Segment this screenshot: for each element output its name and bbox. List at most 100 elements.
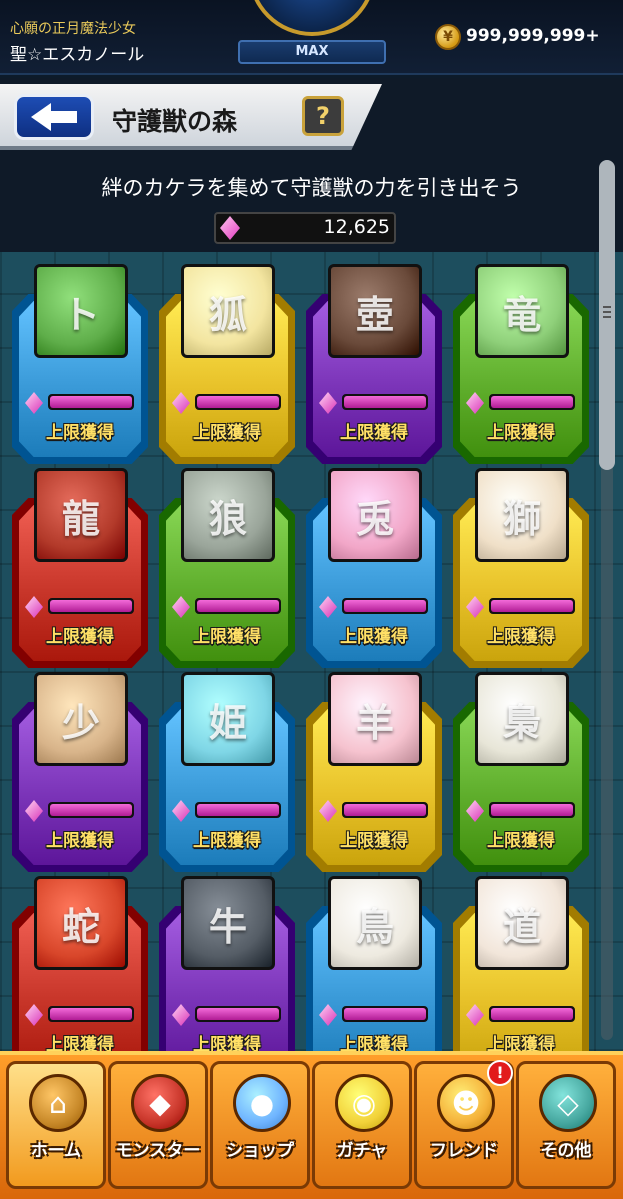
kakera-gauge-fill — [50, 1008, 132, 1020]
kakera-gauge — [195, 598, 281, 614]
kakera-gauge-fill — [344, 804, 426, 816]
kakera-gauge-fill — [50, 600, 132, 612]
guardian-figure-icon: 姫 — [208, 700, 247, 745]
guardian-figure-icon: 蛇 — [61, 904, 100, 949]
friends-icon: ☻ — [437, 1074, 495, 1132]
nav-label: ガチャ — [336, 1141, 388, 1161]
limit-reached-label: 上限獲得 — [193, 831, 261, 851]
guardian-figure-icon: 鳥 — [355, 904, 394, 949]
page-subtitle: 絆のカケラを集めて守護獣の力を引き出そう — [101, 176, 522, 200]
limit-reached-label: 上限獲得 — [46, 627, 114, 647]
scrollbar-thumb[interactable] — [599, 160, 615, 470]
guardian-portrait: 狼 — [181, 468, 275, 562]
kakera-gauge-fill — [491, 804, 573, 816]
nav-item-friends[interactable]: ☻ フレンド! — [414, 1060, 514, 1189]
guardian-figure-icon: 獅 — [502, 496, 541, 541]
kakera-gauge-fill — [50, 804, 132, 816]
kakera-gauge — [489, 802, 575, 818]
limit-reached-label: 上限獲得 — [487, 423, 555, 443]
guardian-portrait: 梟 — [475, 672, 569, 766]
notification-badge: ! — [487, 1060, 513, 1086]
kakera-gauge-fill — [344, 1008, 426, 1020]
kakera-gauge — [342, 394, 428, 410]
nav-item-orb[interactable]: ● ショップ — [210, 1061, 310, 1189]
guardian-figure-icon: 道 — [502, 904, 541, 949]
limit-reached-label: 上限獲得 — [46, 831, 114, 851]
kakera-gauge — [48, 802, 134, 818]
guardian-figure-icon: 梟 — [502, 700, 541, 745]
home-gate-icon: ⌂ — [29, 1074, 87, 1132]
nav-item-more[interactable]: ◇ その他 — [516, 1061, 616, 1189]
limit-reached-label: 上限獲得 — [340, 423, 408, 443]
nav-item-home-gate[interactable]: ⌂ ホーム — [6, 1061, 106, 1189]
limit-reached-label: 上限獲得 — [487, 627, 555, 647]
limit-reached-label: 上限獲得 — [46, 423, 114, 443]
kakera-gauge — [489, 394, 575, 410]
coin-icon: ¥ — [435, 24, 461, 50]
guardian-portrait: 狐 — [181, 264, 275, 358]
kakera-gauge — [195, 1006, 281, 1022]
guardian-figure-icon: 狐 — [208, 292, 247, 337]
kakera-gauge — [489, 598, 575, 614]
kakera-gauge-fill — [197, 804, 279, 816]
guardian-figure-icon: 龍 — [61, 496, 100, 541]
kakera-gauge-fill — [491, 600, 573, 612]
guardian-forest-panel: 絆のカケラを集めて守護獣の力を引き出そう 12,625 上限獲得 ト上限獲得 狐上限… — [0, 156, 623, 1051]
nav-item-egg[interactable]: ◉ ガチャ — [312, 1061, 412, 1189]
guardian-figure-icon: 狼 — [208, 496, 247, 541]
kakera-gauge-fill — [491, 396, 573, 408]
nav-item-monster[interactable]: ◆ モンスター — [108, 1061, 208, 1189]
limit-reached-label: 上限獲得 — [193, 423, 261, 443]
kakera-gauge-fill — [344, 396, 426, 408]
kakera-gauge-fill — [344, 600, 426, 612]
kakera-gauge — [342, 598, 428, 614]
kakera-gauge — [195, 394, 281, 410]
guardian-figure-icon: 牛 — [208, 904, 247, 949]
nav-label: その他 — [540, 1141, 592, 1161]
status-bar: 心願の正月魔法少女 聖☆エスカノール MAX ¥ 999,999,999+ — [0, 0, 623, 75]
orb-icon: ● — [233, 1074, 291, 1132]
page-header: 守護獣の森 ? — [0, 78, 623, 156]
kakera-gauge — [48, 394, 134, 410]
guardian-portrait: 兎 — [328, 468, 422, 562]
coin-value: 999,999,999+ — [466, 26, 600, 46]
guardian-figure-icon: 兎 — [355, 496, 394, 541]
guardian-figure-icon: 少 — [61, 700, 100, 745]
limit-reached-label: 上限獲得 — [340, 627, 408, 647]
rank-emblem[interactable] — [248, 0, 376, 36]
rank-max-bar: MAX — [238, 40, 386, 64]
page-title: 守護獣の森 — [112, 107, 238, 136]
guardian-portrait: 姫 — [181, 672, 275, 766]
back-arrow-icon — [31, 103, 51, 131]
bottom-nav: ⌂ ホーム ◆ モンスター ● ショップ ◉ ガチャ ☻ フレンド! ◇ その他 — [0, 1051, 623, 1199]
nav-label: ホーム — [30, 1141, 82, 1161]
guardian-figure-icon: ト — [61, 292, 100, 337]
guardian-figure-icon: 壺 — [355, 292, 394, 337]
egg-icon: ◉ — [335, 1074, 393, 1132]
guardian-portrait: 道 — [475, 876, 569, 970]
guardian-portrait: 蛇 — [34, 876, 128, 970]
scrollbar-grip-icon — [603, 306, 611, 308]
limit-reached-label: 上限獲得 — [193, 1035, 261, 1051]
kakera-count: 12,625 — [323, 216, 390, 238]
guardian-portrait: 羊 — [328, 672, 422, 766]
player-title: 心願の正月魔法少女 — [10, 21, 136, 37]
help-button[interactable]: ? — [302, 96, 344, 136]
kakera-gauge-fill — [197, 600, 279, 612]
guardian-portrait: 獅 — [475, 468, 569, 562]
kakera-gauge — [48, 598, 134, 614]
guardian-portrait: 壺 — [328, 264, 422, 358]
nav-label: モンスター — [115, 1141, 201, 1161]
limit-reached-label: 上限獲得 — [487, 1035, 555, 1051]
back-button[interactable] — [14, 94, 94, 140]
kakera-gauge-fill — [50, 396, 132, 408]
back-arrow-stem — [51, 111, 77, 123]
monster-icon: ◆ — [131, 1074, 189, 1132]
guardian-portrait: 龍 — [34, 468, 128, 562]
nav-label: ショップ — [226, 1141, 294, 1161]
player-name: 聖☆エスカノール — [10, 45, 145, 65]
kakera-gauge — [195, 802, 281, 818]
more-icon: ◇ — [539, 1074, 597, 1132]
kakera-gauge — [342, 802, 428, 818]
kakera-gauge-fill — [491, 1008, 573, 1020]
